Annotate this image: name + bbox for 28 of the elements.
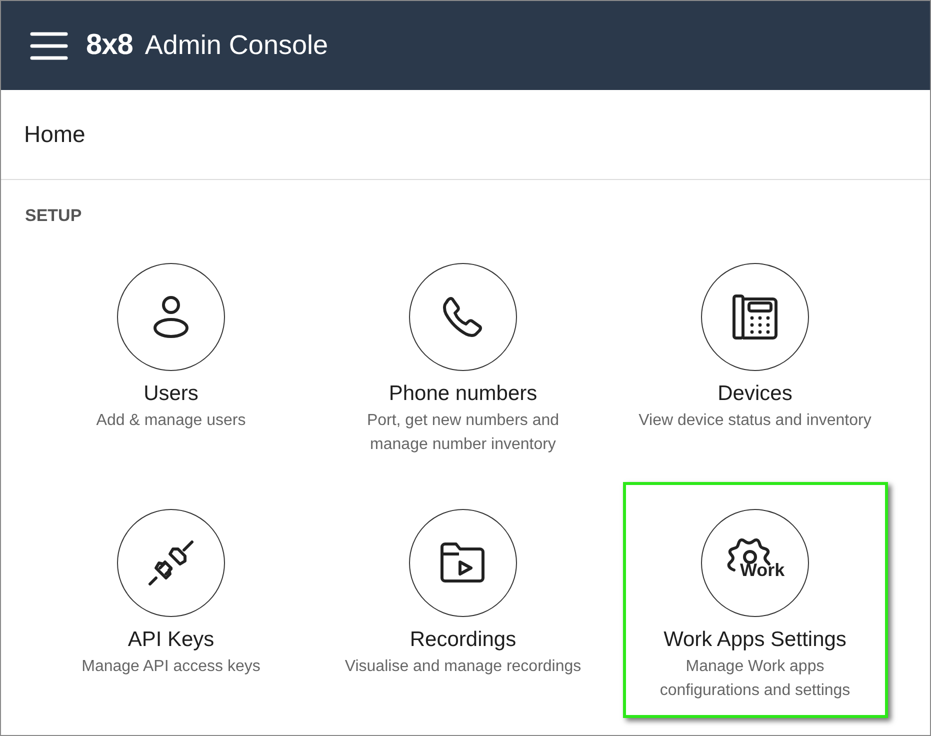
logo: 8x8: [86, 29, 133, 62]
tile-icon-circle[interactable]: [117, 263, 225, 371]
tile-title[interactable]: Phone numbers: [388, 382, 538, 406]
plug-icon: [148, 540, 194, 586]
tile-icon-circle[interactable]: [409, 263, 517, 371]
tile-icon-circle[interactable]: [117, 509, 225, 617]
tile-icon-circle[interactable]: Work: [701, 509, 809, 617]
section-heading: SETUP: [25, 206, 83, 227]
desk-phone-icon: [732, 294, 778, 340]
tile-title[interactable]: API Keys: [128, 628, 214, 652]
tile-description: Manage API access keys: [82, 657, 260, 677]
tile-title[interactable]: Devices: [718, 382, 792, 406]
tile-description: View device status and inventory: [638, 411, 872, 431]
tile-title[interactable]: Users: [144, 382, 198, 406]
tile-description: Port, get new numbers and manage number inventory: [366, 411, 560, 455]
page-title: Home: [24, 121, 86, 148]
tile-title[interactable]: Work Apps Settings: [664, 628, 846, 652]
video-folder-icon: [439, 542, 487, 584]
tile-title[interactable]: Recordings: [410, 628, 516, 652]
tile-description: Manage Work apps configurations and settings: [660, 657, 850, 701]
menu-icon[interactable]: [30, 30, 68, 60]
tile-description: Visualise and manage recordings: [344, 657, 582, 677]
phone-icon: [442, 296, 484, 338]
app-title: Admin Console: [144, 30, 328, 61]
user-icon: [151, 295, 191, 339]
tile-icon-circle[interactable]: [409, 509, 517, 617]
tile-description: Add & manage users: [96, 411, 246, 431]
tile-icon-circle[interactable]: [701, 263, 809, 371]
